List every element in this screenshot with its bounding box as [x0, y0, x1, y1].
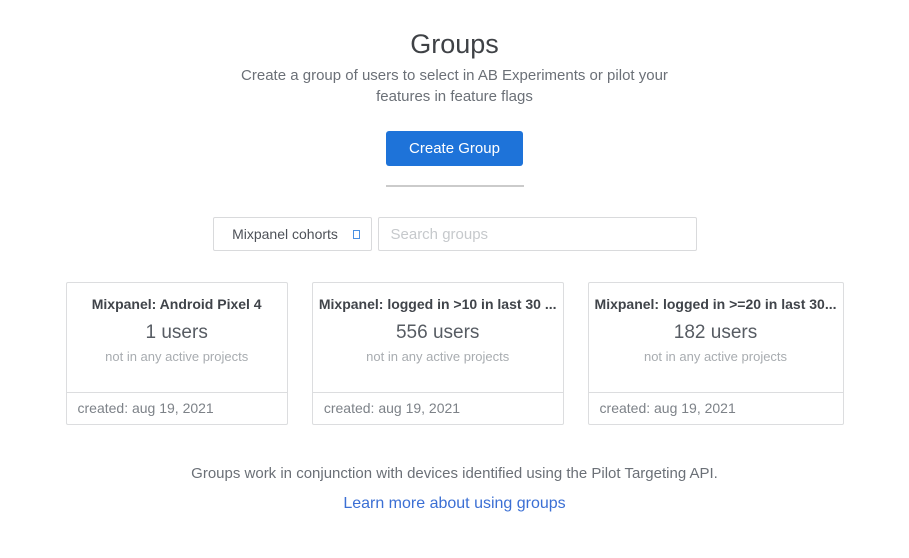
group-projects-status: not in any active projects: [589, 349, 843, 364]
group-card-body: Mixpanel: logged in >=20 in last 30... 1…: [589, 283, 843, 392]
group-created-date: created: aug 19, 2021: [313, 392, 563, 424]
group-user-count: 182 users: [589, 322, 843, 344]
cohort-source-dropdown[interactable]: Mixpanel cohorts: [213, 217, 372, 251]
group-title: Mixpanel: logged in >=20 in last 30...: [589, 296, 843, 312]
create-group-button[interactable]: Create Group: [386, 131, 523, 166]
group-title: Mixpanel: Android Pixel 4: [67, 296, 287, 312]
group-card[interactable]: Mixpanel: logged in >10 in last 30 ... 5…: [312, 282, 564, 425]
group-card[interactable]: Mixpanel: logged in >=20 in last 30... 1…: [588, 282, 844, 425]
groups-info-text: Groups work in conjunction with devices …: [0, 465, 909, 482]
group-title: Mixpanel: logged in >10 in last 30 ...: [313, 296, 563, 312]
group-card-list: Mixpanel: Android Pixel 4 1 users not in…: [66, 282, 844, 425]
group-card-body: Mixpanel: logged in >10 in last 30 ... 5…: [313, 283, 563, 392]
cohort-dropdown-value: Mixpanel cohorts: [232, 226, 352, 242]
filter-controls: Mixpanel cohorts: [0, 217, 909, 251]
group-card-body: Mixpanel: Android Pixel 4 1 users not in…: [67, 283, 287, 392]
group-projects-status: not in any active projects: [313, 349, 563, 364]
group-user-count: 556 users: [313, 322, 563, 344]
page-title: Groups: [0, 0, 909, 60]
search-groups-input[interactable]: [378, 217, 697, 251]
group-card[interactable]: Mixpanel: Android Pixel 4 1 users not in…: [66, 282, 288, 425]
group-projects-status: not in any active projects: [67, 349, 287, 364]
group-created-date: created: aug 19, 2021: [589, 392, 843, 424]
learn-more-link[interactable]: Learn more about using groups: [343, 495, 565, 513]
group-created-date: created: aug 19, 2021: [67, 392, 287, 424]
groups-page: Groups Create a group of users to select…: [0, 0, 909, 513]
group-user-count: 1 users: [67, 322, 287, 344]
page-subtitle: Create a group of users to select in AB …: [240, 65, 670, 107]
section-divider: [386, 185, 524, 187]
dropdown-indicator-icon: [353, 230, 360, 239]
